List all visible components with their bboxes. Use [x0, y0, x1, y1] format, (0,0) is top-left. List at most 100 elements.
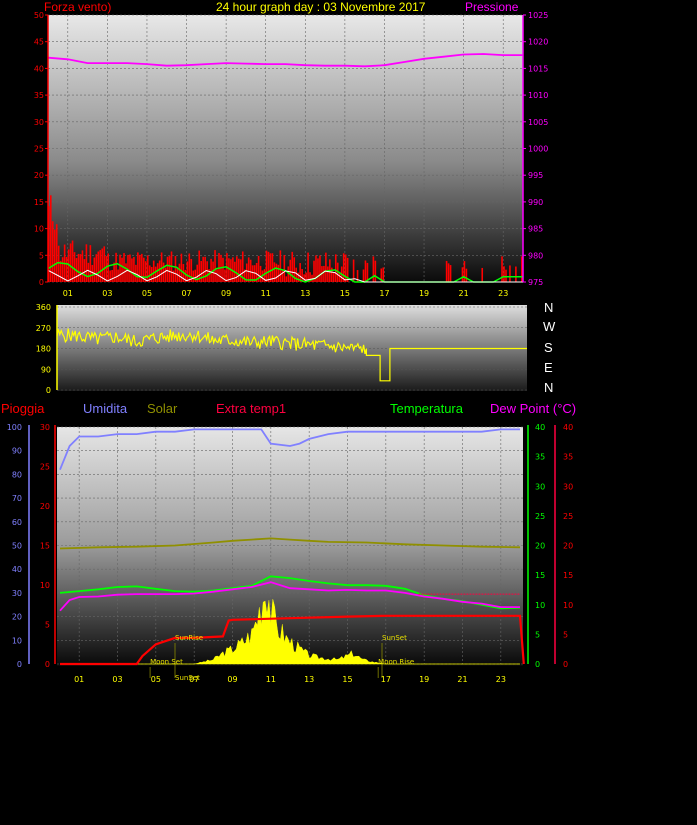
- p3-temperature-tick: 25: [535, 512, 545, 521]
- wind-speed-bar: [168, 255, 171, 282]
- p3-temperature-tick: 35: [535, 453, 545, 462]
- wind-speed-bar: [374, 260, 377, 282]
- p3-dewpoint-tick: 35: [563, 453, 573, 462]
- wind-speed-bar: [214, 250, 216, 282]
- p3-humidity-tick: 60: [12, 518, 22, 527]
- p3-dewpoint-tick: 30: [563, 482, 573, 491]
- p1-x-tick: 01: [63, 289, 73, 298]
- wind-speed-bar: [372, 256, 375, 282]
- p3-x-tick: 15: [342, 675, 352, 684]
- wind-speed-bar: [210, 258, 212, 282]
- wind-speed-bar: [137, 252, 139, 282]
- p1-x-tick: 03: [102, 289, 112, 298]
- p1-left-tick: 25: [34, 145, 44, 154]
- p1-right-tick: 985: [528, 225, 543, 234]
- wind-speed-bar: [154, 266, 157, 282]
- wind-speed-bar: [119, 254, 121, 282]
- p3-humidity-tick: 80: [12, 470, 22, 479]
- p3-x-tick: 03: [112, 675, 122, 684]
- wind-speed-bar: [133, 256, 135, 282]
- p2-left-tick: 90: [41, 365, 51, 374]
- p3-humidity-tick: 50: [12, 542, 22, 551]
- sunset-marker-early: SunSet: [175, 674, 200, 682]
- wind-speed-bar: [156, 263, 159, 282]
- wind-speed-bar: [291, 251, 294, 282]
- wind-speed-bar: [77, 253, 80, 282]
- wind-speed-bar: [91, 264, 94, 282]
- wind-speed-bar: [481, 267, 484, 282]
- p3-humidity-tick: 0: [17, 660, 22, 669]
- wind-speed-bar: [465, 268, 468, 282]
- wind-speed-bar: [166, 256, 169, 282]
- p1-x-tick: 11: [261, 289, 271, 298]
- p3-temperature-tick: 30: [535, 482, 545, 491]
- p2-left-tick: 270: [36, 324, 51, 333]
- wind-speed-bar: [206, 261, 208, 282]
- wind-speed-bar: [307, 252, 309, 282]
- p3-x-tick: 19: [419, 675, 429, 684]
- p3-dewpoint-tick: 5: [563, 630, 568, 639]
- p3-humidity-tick: 20: [12, 613, 22, 622]
- p1-right-tick: 1025: [528, 11, 548, 20]
- p1-left-tick: 15: [34, 198, 44, 207]
- p1-right-tick: 1015: [528, 64, 548, 73]
- wind-speed-bar: [97, 251, 100, 282]
- wind-speed-bar: [139, 254, 141, 282]
- wind-speed-bar: [238, 258, 240, 282]
- p3-humidity-tick: 100: [7, 423, 22, 432]
- wind-speed-bar: [382, 267, 385, 282]
- p1-left-tick: 40: [34, 64, 44, 73]
- p1-left-tick: 35: [34, 91, 44, 100]
- p3-rain-tick: 30: [40, 423, 50, 432]
- weather-charts: 0510152025303540455097598098599099510001…: [7, 11, 573, 684]
- p1-right-tick: 1005: [528, 118, 548, 127]
- wind-speed-bar: [317, 258, 319, 282]
- p3-humidity-tick: 90: [12, 447, 22, 456]
- p1-x-tick: 15: [340, 289, 350, 298]
- wind-speed-bar: [65, 256, 68, 282]
- wind-speed-bar: [325, 252, 327, 282]
- p1-right-tick: 975: [528, 278, 543, 287]
- p3-rain-tick: 20: [40, 502, 50, 511]
- p1-left-tick: 0: [39, 278, 44, 287]
- wind-speed-bar: [158, 260, 161, 282]
- p3-x-tick: 21: [457, 675, 467, 684]
- p3-x-tick: 05: [151, 675, 161, 684]
- wind-speed-bar: [281, 269, 284, 282]
- wind-speed-bar: [449, 265, 452, 282]
- sunrise-marker: SunRise: [175, 634, 203, 642]
- wind-speed-bar: [105, 256, 107, 282]
- p3-dewpoint-tick: 25: [563, 512, 573, 521]
- wind-speed-bar: [271, 253, 274, 282]
- p1-right-tick: 1000: [528, 145, 548, 154]
- p3-temperature-tick: 20: [535, 542, 545, 551]
- p1-x-tick: 09: [221, 289, 231, 298]
- p3-x-tick: 17: [381, 675, 391, 684]
- p3-rain-tick: 0: [45, 660, 50, 669]
- wind-speed-bar: [275, 263, 278, 282]
- p1-right-tick: 995: [528, 171, 543, 180]
- p3-x-tick: 01: [74, 675, 84, 684]
- wind-speed-bar: [319, 255, 321, 282]
- p3-humidity-tick: 10: [12, 636, 22, 645]
- wind-speed-bar: [95, 254, 98, 282]
- wind-speed-bar: [228, 258, 230, 282]
- wind-speed-bar: [503, 266, 505, 282]
- wind-speed-bar: [174, 255, 177, 282]
- wind-speed-bar: [515, 266, 517, 282]
- wind-speed-bar: [323, 265, 325, 282]
- wind-speed-bar: [111, 269, 113, 282]
- wind-speed-bar: [131, 258, 133, 282]
- wind-speed-bar: [129, 254, 131, 282]
- wind-speed-bar: [445, 260, 448, 282]
- wind-speed-bar: [239, 259, 242, 282]
- wind-speed-bar: [362, 269, 365, 282]
- p1-right-tick: 990: [528, 198, 543, 207]
- p3-x-tick: 11: [266, 675, 276, 684]
- wind-speed-bar: [461, 267, 464, 282]
- p3-x-tick: 13: [304, 675, 314, 684]
- p3-rain-tick: 15: [40, 542, 50, 551]
- wind-speed-bar: [269, 253, 272, 282]
- p1-left-tick: 50: [34, 11, 44, 20]
- p3-temperature-tick: 5: [535, 630, 540, 639]
